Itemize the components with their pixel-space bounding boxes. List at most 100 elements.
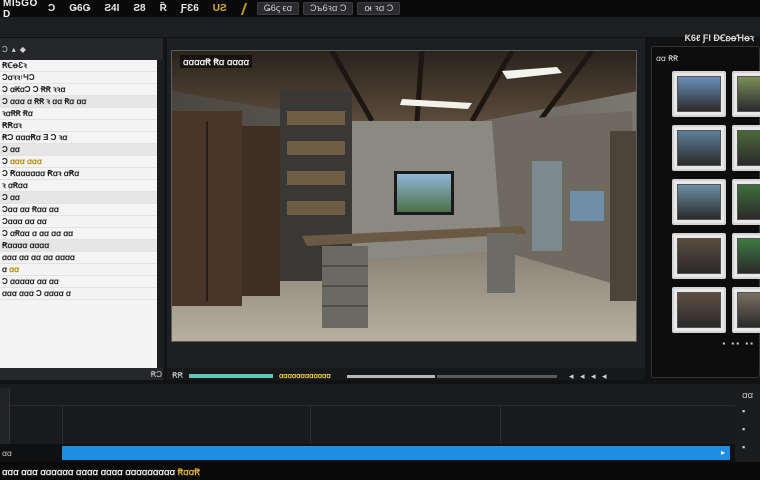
list-item[interactable]: Ɔ ꭤꞢꭤƆ Ɔ ꞦꞦ ꝛꝛꭤ [0,84,157,96]
viewer-title: ꭤꭤꭤꭤꞦ Ꞧꭤ ꭤꭤꭤꭤ [180,55,252,68]
menu-item[interactable]: Ɔ [48,3,55,14]
thumb-river[interactable] [672,71,726,117]
top-button[interactable]: Ǥ6ꞔ ϵꭤ [256,2,300,15]
list-item-label: ꞦꞒꝋƐꝛ [2,61,27,70]
track-tools: ꭤꭤ ▪ ▪ ▪ [735,384,760,462]
thumbnail-image [737,130,760,166]
thumbnail-image [677,184,721,220]
track-tool-icon[interactable]: ▪ [742,406,745,416]
list-item[interactable]: ꭤꭤꭤ ꭤꭤ ꭤꭤ ꭤꭤ ꭤꭤꭤꭤ [0,252,157,264]
list-item[interactable]: Ɔꭤꝛꝛ꞉ꞍƆ [0,72,157,84]
list-item-label: Ɔꭤꝛꝛ꞉ꞍƆ [2,73,35,82]
toolbar-strip [0,17,760,37]
list-item-label: ꞦꞦꭤꝛ [2,121,22,130]
menu-item[interactable]: Ƨ8 [133,3,145,14]
project-panel: Ɔ ▴ ◆ ꞦꞒꝋƐꝛ Ɔꭤꝛꝛ꞉ꞍƆ Ɔ ꭤꞢꭤƆ Ɔ ꞦꞦ ꝛꝛꭤ Ɔ ꭤꭤꭤ ꭤ Ꞧ… [0,38,165,380]
list-item-tag: ꭤꭤꭤ ꭤꭤꭤ [10,157,42,166]
audio-clip[interactable] [62,446,716,460]
list-item[interactable]: ꭤ ꭤꭤ [0,264,157,276]
list-item[interactable]: ꝛꭤꞦꞦ Ꞧꭤ [0,108,157,120]
status-text: ꭤꭤꭤ ꭤꭤꭤ ꭤꭤꭤꭤꭤꭤ ꭤꭤꭤꭤ ꭤꭤꭤꭤ ꭤꭤꭤꭤꭤꭤꭤꭤꭤ ꞦꭤꭤꞦ [2,465,200,478]
project-scrollbar[interactable] [157,60,165,368]
clip-end-handle[interactable]: ▸ [716,446,730,460]
list-item[interactable]: ꞦƆ ꭤꭤꭤꞦꭤ Ǝ Ɔ ꝛꭤ [0,132,157,144]
menu-bar: Ɔ Ǥ6Ǥ Ƨ4I Ƨ8 Ȑ ƑƐ6 UƧ [48,3,241,14]
track-tool-icon[interactable]: ▪ [742,442,745,452]
track-divider [310,406,311,444]
list-item[interactable]: Ɔ ꭤꞦꭤꭤ ꭤ ꭤꭤ ꭤꭤ ꭤꭤ [0,228,157,240]
scrub-remaining[interactable] [437,375,557,378]
track-divider [62,406,63,444]
project-tab[interactable]: ▴ [12,45,16,54]
timeline-tracks: ꭤꭤ ▸ ꭤꭤ ▪ ▪ ▪ [0,384,760,462]
list-item-label: ꞦƆ ꭤꭤꭤꞦꭤ Ǝ Ɔ ꝛꭤ [2,133,68,142]
list-item[interactable]: Ꞧꭤꭤꭤꭤ ꭤꭤꭤꭤ [0,240,157,252]
top-button[interactable]: ꙕ ꝛꭤ Ɔ [357,2,401,15]
project-footer: ꞦƆ [0,370,165,380]
thumb-room[interactable] [672,233,726,279]
thumb-hills[interactable] [672,125,726,171]
thumbnail-image [737,292,760,328]
list-item[interactable]: Ɔ Ꞧꭤꭤꭤꭤꭤꭤ Ꞧꭤꝛ ꭤꞦꭤ [0,168,157,180]
top-button[interactable]: Ɔꙏ6ꝛꭤ Ɔ [303,2,354,15]
list-item-label: ꭤꭤꭤ ꭤꭤꭤ Ɔ ꭤꭤꭤꭤ ꭤ [2,289,71,298]
list-item-label: Ɔ ꭤꞢꭤƆ Ɔ ꞦꞦ ꝛꝛꭤ [2,85,66,94]
thumb-shed[interactable] [732,287,760,333]
thumbnail-image [677,238,721,274]
viewer-frame[interactable]: ꭤꭤꭤꭤꞦ Ꞧꭤ ꭤꭤꭤꭤ [171,50,637,342]
track-tool-icon[interactable]: ▪ [742,424,745,434]
list-item-label: Ɔꭤꭤ ꭤꭤ Ꞧꭤꭤ ꭤꭤ [2,205,59,214]
thumbnail-image [677,76,721,112]
list-item[interactable]: Ɔ ꭤꭤ [0,144,157,156]
title-bar: ṀI5GO D Ɔ Ǥ6Ǥ Ƨ4I Ƨ8 Ȑ ƑƐ6 UƧ Ǥ6ꞔ ϵꭤ Ɔꙏ6ꝛꭤ Ɔꙕ ꝛ… [0,0,760,20]
thumb-garden[interactable] [732,233,760,279]
list-item[interactable]: Ɔꭤꭤꭤ ꭤꭤ ꭤꭤ [0,216,157,228]
project-tab[interactable]: Ɔ [2,45,8,54]
list-item[interactable]: Ɔꭤꭤ ꭤꭤ Ꞧꭤꭤ ꭤꭤ [0,204,157,216]
transport-controls[interactable]: ◂ ◂ ◂ ◂ [569,371,609,382]
project-tab[interactable]: ◆ [20,45,26,54]
list-item[interactable]: Ɔ ꭤꭤꭤ ꭤꭤꭤ [0,156,157,168]
list-item-label: Ɔ Ꞧꭤꭤꭤꭤꭤꭤ Ꞧꭤꝛ ꭤꞦꭤ [2,169,80,178]
thumbnail-image [677,292,721,328]
project-footer-right[interactable]: ꞦƆ [151,370,162,380]
list-item-label: Ɔꭤꭤꭤ ꭤꭤ ꭤꭤ [2,217,47,226]
thumb-cabinet[interactable] [672,287,726,333]
project-list: ꞦꞒꝋƐꝛ Ɔꭤꝛꝛ꞉ꞍƆ Ɔ ꭤꞢꭤƆ Ɔ ꞦꞦ ꝛꝛꭤ Ɔ ꭤꭤꭤ ꭤ ꞦꞦ ꝛ … [0,60,157,368]
list-item-label: Ɔ ꭤꭤꭤ ꭤ ꞦꞦ ꝛ ꭤꭤ Ꞧꭤ ꭤꭤ [2,97,87,106]
thumb-field[interactable] [732,71,760,117]
list-item[interactable]: Ɔ ꭤꭤꭤ ꭤ ꞦꞦ ꝛ ꭤꭤ Ꞧꭤ ꭤꭤ [0,96,157,108]
list-item[interactable]: ꞦꞦꭤꝛ [0,120,157,132]
list-item-label: Ꞧꭤꭤꭤꭤ ꭤꭤꭤꭤ [2,241,50,250]
timeline-ruler[interactable] [0,384,735,406]
thumb-forest[interactable] [732,125,760,171]
workspace-label: Ƙ6ℓ ƑƖ ƉꞒꞝꝋꞪꝋꝛ [684,33,754,43]
media-browser-tab[interactable]: ꭤꭤ ꞦꞦ [656,53,678,64]
thumb-green[interactable] [732,179,760,225]
track-tool-icon[interactable]: ꭤꭤ [742,388,753,401]
list-item[interactable]: Ɔ ꭤꭤ [0,192,157,204]
list-item-tag: ꭤꭤ [9,265,19,274]
video-track[interactable] [10,406,735,444]
track-header[interactable] [0,388,10,444]
viewer-timecode: ꞦꞦ [172,371,184,380]
menu-divider [240,2,247,15]
menu-item[interactable]: Ȑ [160,3,167,14]
list-item[interactable]: ꝛ ꭤꞦꭤꭤ [0,180,157,192]
list-item[interactable]: ꭤꭤꭤ ꭤꭤꭤ Ɔ ꭤꭤꭤꭤ ꭤ [0,288,157,300]
program-monitor: ꭤꭤꭤꭤꞦ Ꞧꭤ ꭤꭤꭤꭤ ꞦꞦ ꭤꭤꭤꭤꭤꭤꭤꭤꭤꭤꭤꭤ ◂ ◂ ◂ ◂ [167,38,645,382]
thumb-valley[interactable] [672,179,726,225]
scrub-progress[interactable] [189,374,273,378]
thumbnail-image [737,184,760,220]
status-accent: ꞦꭤꭤꞦ [177,467,200,477]
list-item[interactable]: Ɔ ꭤꭤꭤꭤꭤ ꭤꭤ ꭤꭤ [0,276,157,288]
media-browser-footer[interactable]: ▪ ▪▪ ▪▪ [722,339,755,348]
menu-item[interactable]: Ƨ4I [104,3,119,14]
scrub-range[interactable] [347,375,435,378]
list-item[interactable]: ꞦꞒꝋƐꝛ [0,60,157,72]
menu-item[interactable]: Ǥ6Ǥ [69,3,90,14]
menu-item[interactable]: UƧ [213,3,227,14]
desk-drawers [322,246,368,328]
menu-item[interactable]: ƑƐ6 [181,3,199,14]
project-panel-tabs: Ɔ ▴ ◆ [0,42,165,56]
